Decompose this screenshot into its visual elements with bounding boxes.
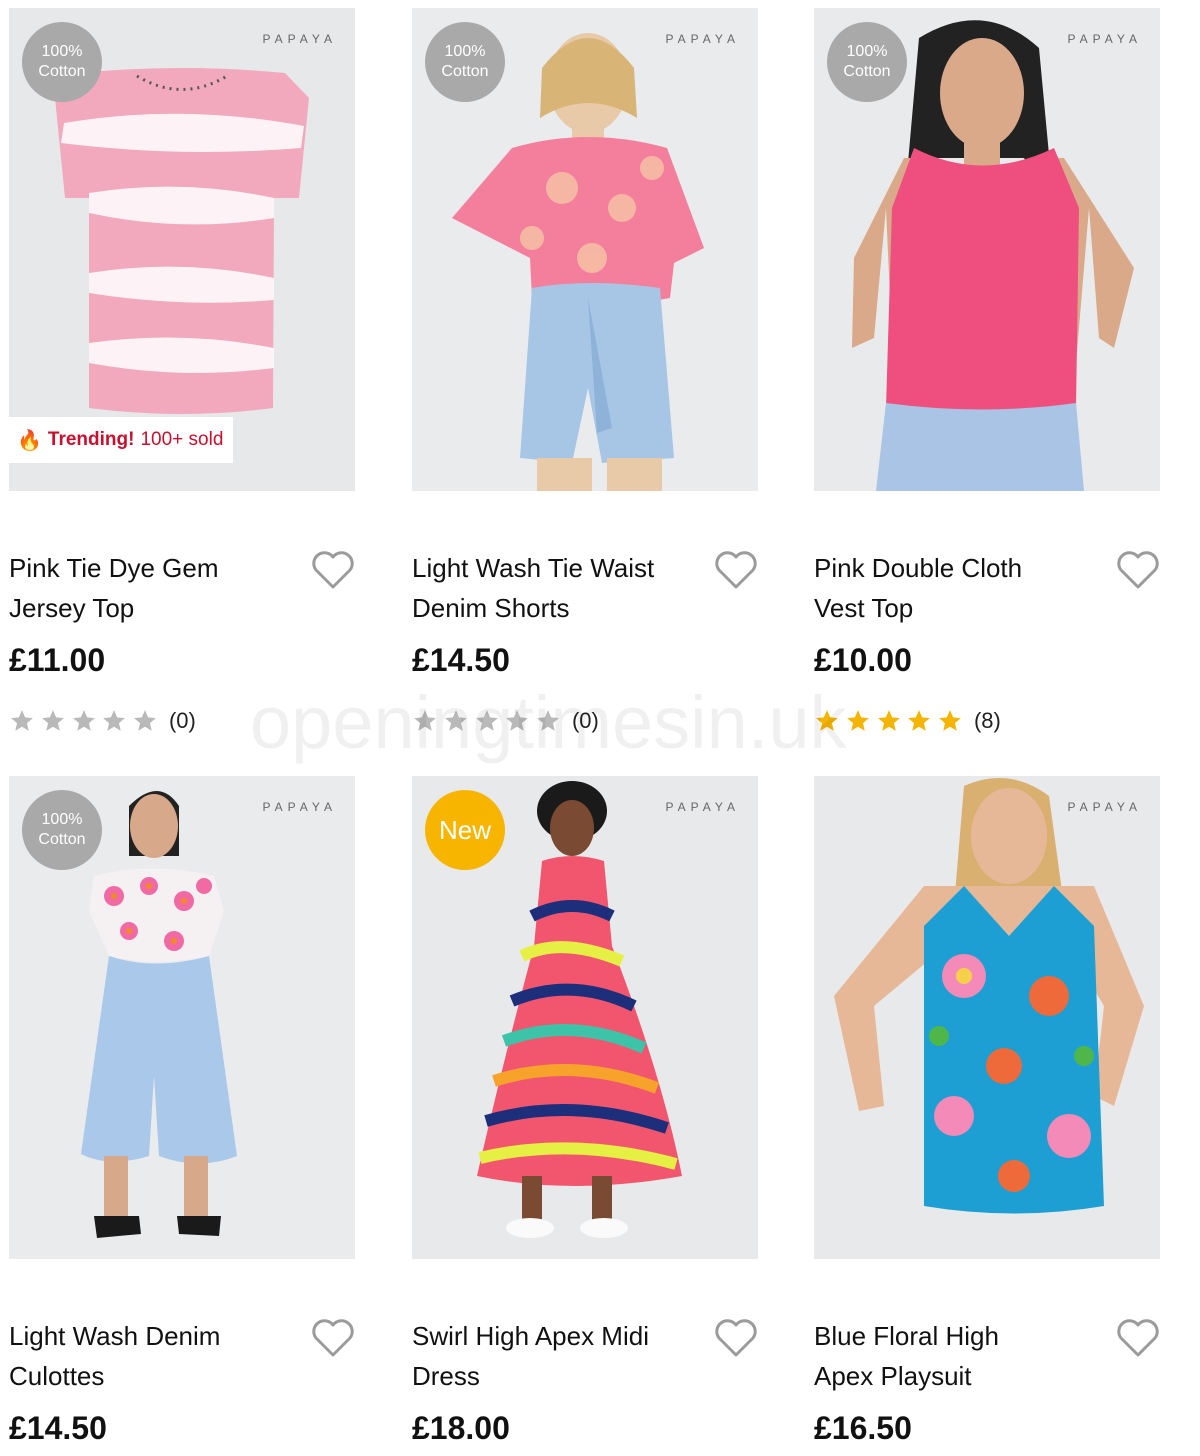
star-icon bbox=[939, 710, 962, 731]
star-icon bbox=[877, 710, 900, 731]
brand-label: PAPAYA bbox=[665, 32, 740, 46]
new-badge: New bbox=[425, 790, 505, 870]
product-name[interactable]: Swirl High Apex Midi Dress bbox=[412, 1316, 692, 1396]
wishlist-heart-icon[interactable] bbox=[311, 1318, 355, 1358]
product-price: £14.50 bbox=[412, 642, 510, 678]
rating: (0) bbox=[412, 708, 599, 734]
star-icon bbox=[11, 710, 33, 731]
brand-label: PAPAYA bbox=[1067, 32, 1142, 46]
product-image[interactable]: PAPAYA 100% Cotton bbox=[814, 8, 1160, 491]
star-icon bbox=[908, 710, 931, 731]
star-icon bbox=[816, 710, 838, 731]
product-name-line-2[interactable]: Culottes bbox=[9, 1356, 289, 1396]
badge-line-1: 100% bbox=[41, 43, 83, 60]
product-name-line-2[interactable]: Jersey Top bbox=[9, 588, 289, 628]
star-icon bbox=[475, 710, 498, 731]
star-icon bbox=[846, 710, 869, 731]
trending-badge: 🔥 Trending! 100+ sold bbox=[9, 417, 234, 463]
product-name-line-2[interactable]: Dress bbox=[412, 1356, 692, 1396]
product-grid: PAPAYA 100% Cotton 🔥 Trending! 100+ sold… bbox=[0, 0, 1200, 1456]
star-icon bbox=[41, 710, 64, 731]
cotton-badge: 100% Cotton bbox=[22, 790, 102, 870]
product-name[interactable]: Light Wash Denim Culottes bbox=[9, 1316, 289, 1396]
product-image[interactable]: PAPAYA bbox=[814, 776, 1160, 1259]
product-price: £16.50 bbox=[814, 1410, 912, 1446]
wishlist-heart-icon[interactable] bbox=[1116, 550, 1160, 590]
product-name-line-1[interactable]: Pink Double Cloth bbox=[814, 548, 1094, 588]
wishlist-heart-icon[interactable] bbox=[1116, 1318, 1160, 1358]
product-image[interactable]: PAPAYA New bbox=[412, 776, 758, 1259]
product-image[interactable]: PAPAYA 100% Cotton bbox=[412, 8, 758, 491]
wishlist-heart-icon[interactable] bbox=[714, 1318, 758, 1358]
product-image[interactable]: PAPAYA 100% Cotton bbox=[9, 776, 355, 1259]
flame-icon: 🔥 bbox=[17, 429, 42, 452]
product-price: £10.00 bbox=[814, 642, 912, 678]
star-icon bbox=[414, 710, 436, 731]
star-icon bbox=[72, 710, 95, 731]
star-icon bbox=[506, 710, 529, 731]
star-icon bbox=[103, 710, 126, 731]
product-name-line-1[interactable]: Light Wash Tie Waist bbox=[412, 548, 692, 588]
product-name-line-2[interactable]: Apex Playsuit bbox=[814, 1356, 1094, 1396]
brand-label: PAPAYA bbox=[665, 800, 740, 814]
wishlist-heart-icon[interactable] bbox=[311, 550, 355, 590]
wishlist-heart-icon[interactable] bbox=[714, 550, 758, 590]
product-name-line-2[interactable]: Denim Shorts bbox=[412, 588, 692, 628]
cotton-badge: 100% Cotton bbox=[425, 22, 505, 102]
product-name-line-1[interactable]: Swirl High Apex Midi bbox=[412, 1316, 692, 1356]
rating: (8) bbox=[814, 708, 1001, 734]
product-price: £11.00 bbox=[9, 642, 106, 678]
product-name-line-2[interactable]: Vest Top bbox=[814, 588, 1094, 628]
badge-line-2: Cotton bbox=[441, 63, 489, 80]
brand-label: PAPAYA bbox=[262, 800, 337, 814]
brand-label: PAPAYA bbox=[262, 32, 337, 46]
badge-line-2: Cotton bbox=[38, 63, 86, 80]
star-icon bbox=[444, 710, 467, 731]
product-price: £14.50 bbox=[9, 1410, 107, 1446]
badge-line-1: 100% bbox=[41, 811, 83, 828]
product-name[interactable]: Light Wash Tie Waist Denim Shorts bbox=[412, 548, 692, 628]
badge-line-2: Cotton bbox=[843, 63, 891, 80]
trending-sold-count: 100+ sold bbox=[140, 429, 224, 450]
product-name[interactable]: Blue Floral High Apex Playsuit bbox=[814, 1316, 1094, 1396]
brand-label: PAPAYA bbox=[1067, 800, 1142, 814]
product-illustration bbox=[814, 776, 1160, 1259]
product-name-line-1[interactable]: Blue Floral High bbox=[814, 1316, 1094, 1356]
product-price: £18.00 bbox=[412, 1410, 510, 1446]
product-name-line-1[interactable]: Light Wash Denim bbox=[9, 1316, 289, 1356]
cotton-badge: 100% Cotton bbox=[22, 22, 102, 102]
review-count[interactable]: (8) bbox=[974, 708, 1001, 734]
star-icon bbox=[537, 710, 560, 731]
trending-label: Trending! bbox=[47, 429, 135, 450]
product-name[interactable]: Pink Double Cloth Vest Top bbox=[814, 548, 1094, 628]
cotton-badge: 100% Cotton bbox=[827, 22, 907, 102]
product-name-line-1[interactable]: Pink Tie Dye Gem bbox=[9, 548, 289, 588]
review-count[interactable]: (0) bbox=[169, 708, 196, 734]
badge-line-1: 100% bbox=[846, 43, 888, 60]
review-count[interactable]: (0) bbox=[572, 708, 599, 734]
product-name[interactable]: Pink Tie Dye Gem Jersey Top bbox=[9, 548, 289, 628]
star-icon bbox=[134, 710, 157, 731]
badge-line-1: 100% bbox=[444, 43, 486, 60]
product-image[interactable]: PAPAYA 100% Cotton 🔥 Trending! 100+ sold bbox=[9, 8, 355, 491]
badge-line-2: Cotton bbox=[38, 831, 86, 848]
rating: (0) bbox=[9, 708, 196, 734]
